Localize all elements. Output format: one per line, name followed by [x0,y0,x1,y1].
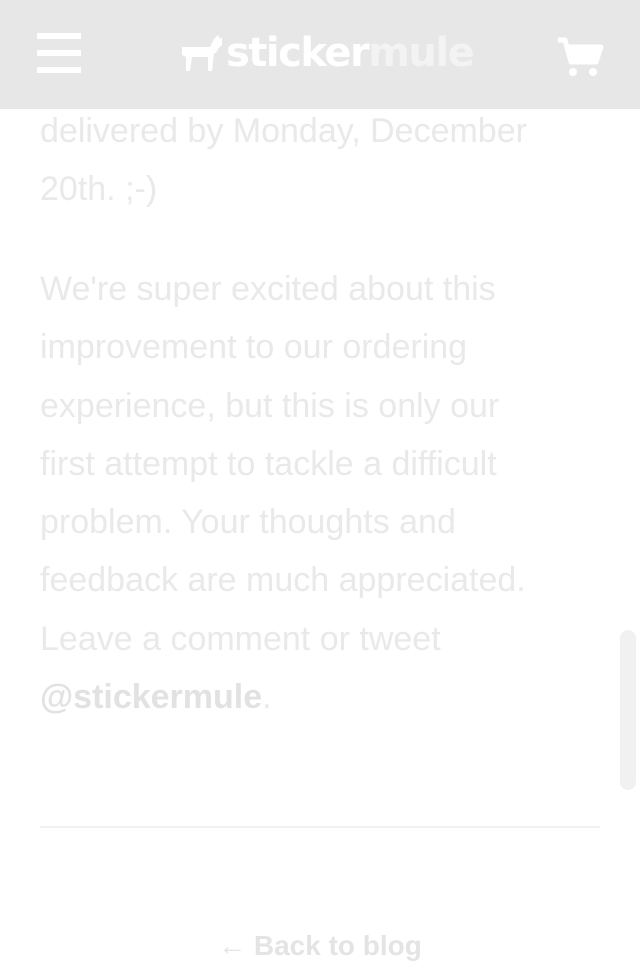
article-paragraph: We're super excited about this improvemen… [40,260,600,726]
logo-text-sticker: sticker [226,30,370,76]
paragraph-line: Leave a comment or tweet [40,619,441,658]
scrollbar[interactable] [620,630,636,790]
paragraph-line: 20th. ;-) [40,170,158,209]
mule-logo-icon [182,35,222,71]
shopping-cart-icon[interactable] [556,36,604,78]
article-paragraph: delivered by Monday, December 20th. ;-) [40,102,600,219]
paragraph-line: experience, but this is only our [40,386,500,425]
top-header: stickermule [0,0,640,109]
menu-bar [37,50,81,56]
logo-text: stickermule [226,28,475,78]
hamburger-menu-icon[interactable] [37,33,81,73]
mention-suffix: . [262,678,272,717]
menu-bar [37,33,81,39]
paragraph-line: We're super excited about this [40,270,496,308]
paragraph-line: problem. Your thoughts and [40,503,456,542]
paragraph-line: improvement to our ordering [40,328,468,367]
menu-bar [37,67,81,73]
twitter-mention-link[interactable]: @stickermule [40,678,262,716]
paragraph-line: first attempt to tackle a difficult [40,444,497,483]
paragraph-line: delivered by Monday, December [40,112,527,150]
sticker-mule-logo[interactable]: stickermule [178,28,475,78]
divider [40,826,600,828]
logo-text-mule: mule [368,30,475,76]
paragraph-line: feedback are much appreciated. [40,561,526,600]
back-to-blog-link[interactable]: ← Back to blog [0,926,640,966]
